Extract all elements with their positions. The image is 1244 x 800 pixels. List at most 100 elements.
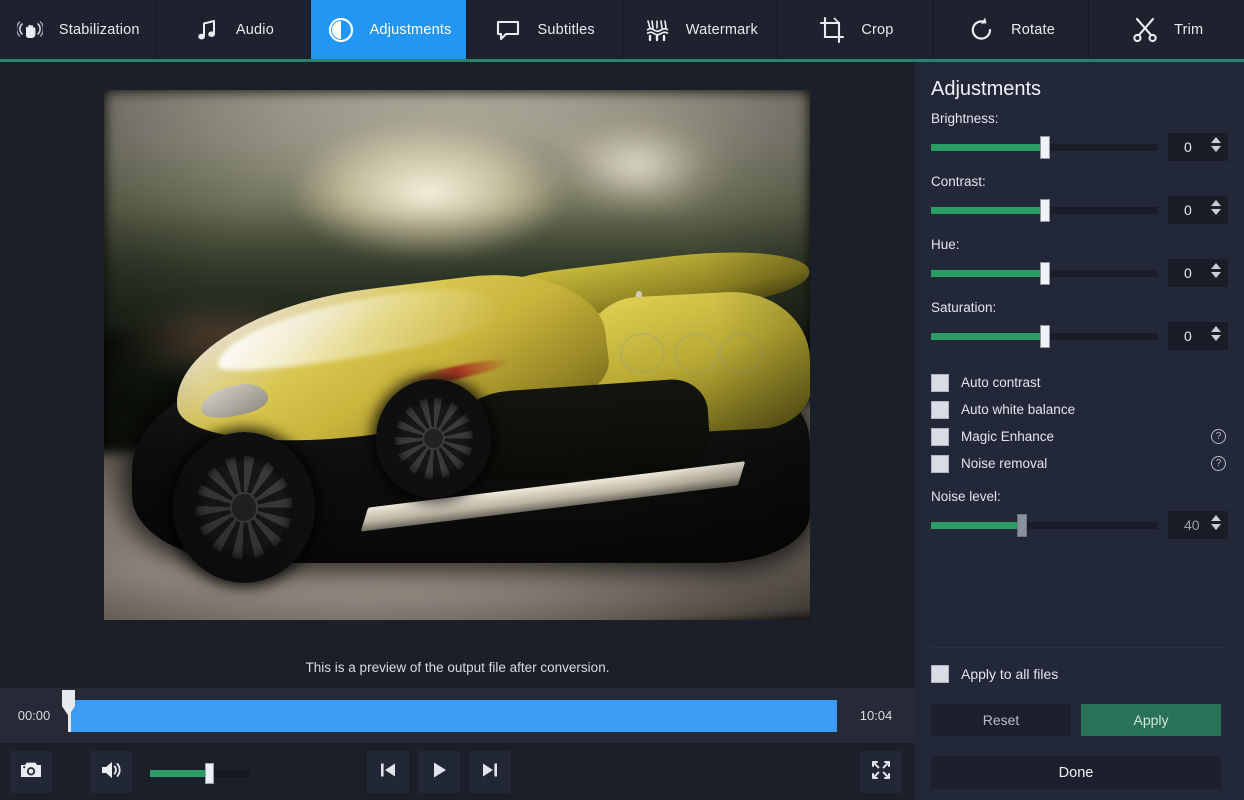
saturation-slider[interactable]	[931, 324, 1158, 348]
hue-stepper-arrows[interactable]	[1211, 263, 1221, 278]
saturation-stepper-arrows[interactable]	[1211, 326, 1221, 341]
noise-level-value: 40	[1184, 517, 1200, 533]
tab-trim[interactable]: Trim	[1089, 0, 1244, 59]
tab-label: Adjustments	[369, 21, 452, 38]
tab-label: Trim	[1174, 21, 1204, 38]
tab-label: Audio	[235, 21, 274, 38]
noise-level-row: 40	[931, 511, 1228, 539]
timeline-fill	[68, 700, 837, 732]
checkbox-row-auto-contrast[interactable]: Auto contrast	[931, 369, 1228, 396]
adjustments-panel: Adjustments Brightness: 0 Contrast: 0 Hu…	[915, 62, 1244, 800]
rotate-icon	[967, 15, 997, 45]
total-time-label: 10:04	[859, 708, 893, 723]
music-note-icon	[192, 15, 222, 45]
auto-white-balance-label: Auto white balance	[961, 402, 1076, 417]
brightness-value: 0	[1184, 139, 1192, 155]
preview-image	[104, 90, 810, 620]
camera-icon	[19, 760, 43, 785]
tab-subtitles[interactable]: Subtitles	[466, 0, 623, 59]
scissors-icon	[1130, 15, 1160, 45]
panel-divider	[931, 647, 1228, 648]
fullscreen-icon	[870, 759, 892, 786]
contrast-value: 0	[1184, 202, 1192, 218]
snapshot-button[interactable]	[10, 751, 52, 793]
noise-level-stepper-arrows[interactable]	[1211, 515, 1221, 530]
magic-enhance-label: Magic Enhance	[961, 429, 1055, 444]
noise-removal-label: Noise removal	[961, 456, 1048, 471]
tab-stabilization[interactable]: Stabilization	[0, 0, 156, 59]
next-frame-icon	[480, 760, 500, 785]
preview-caption: This is a preview of the output file aft…	[305, 660, 610, 675]
contrast-slider[interactable]	[931, 198, 1158, 222]
brightness-stepper-arrows[interactable]	[1211, 137, 1221, 152]
noise-removal-help-icon[interactable]: ?	[1211, 456, 1226, 471]
fullscreen-button[interactable]	[860, 751, 902, 793]
checkbox-row-auto-white-balance[interactable]: Auto white balance	[931, 396, 1228, 423]
volume-slider-handle[interactable]	[205, 763, 214, 784]
tab-label: Subtitles	[537, 21, 595, 38]
magic-enhance-help-icon[interactable]: ?	[1211, 429, 1226, 444]
saturation-label: Saturation:	[931, 300, 997, 315]
speaker-icon	[99, 759, 123, 786]
hue-stepper[interactable]: 0	[1168, 259, 1228, 287]
tab-adjustments[interactable]: Adjustments	[311, 0, 467, 59]
volume-slider[interactable]	[150, 763, 250, 784]
brightness-label: Brightness:	[931, 111, 999, 126]
apply-to-all-checkbox[interactable]	[931, 665, 949, 683]
noise-level-label: Noise level:	[931, 489, 1001, 504]
hue-slider[interactable]	[931, 261, 1158, 285]
hue-label: Hue:	[931, 237, 960, 252]
tab-audio[interactable]: Audio	[155, 0, 312, 59]
tab-label: Rotate	[1011, 21, 1056, 38]
hue-row: 0	[931, 259, 1228, 287]
tab-label: Crop	[861, 21, 894, 38]
checkbox-row-noise-removal[interactable]: Noise removal ?	[931, 450, 1228, 477]
tab-watermark[interactable]: Watermark	[622, 0, 779, 59]
play-icon	[429, 760, 449, 785]
next-button[interactable]	[469, 751, 511, 793]
watermark-icon	[642, 15, 672, 45]
auto-contrast-checkbox[interactable]	[931, 373, 949, 392]
saturation-row: 0	[931, 322, 1228, 350]
saturation-value: 0	[1184, 328, 1192, 344]
video-editor-window: Stabilization Audio Adjustments Subtitle…	[0, 0, 1244, 800]
speech-bubble-icon	[493, 15, 523, 45]
previous-frame-icon	[378, 760, 398, 785]
apply-button[interactable]: Apply	[1081, 704, 1221, 736]
brightness-stepper[interactable]: 0	[1168, 133, 1228, 161]
hand-stabilize-icon	[15, 15, 45, 45]
playback-bar	[0, 743, 915, 800]
current-time-label: 00:00	[17, 708, 51, 723]
brightness-row: 0	[931, 133, 1228, 161]
tab-rotate[interactable]: Rotate	[933, 0, 1090, 59]
apply-to-all-label: Apply to all files	[961, 666, 1059, 682]
auto-contrast-label: Auto contrast	[961, 375, 1041, 390]
magic-enhance-checkbox[interactable]	[931, 427, 949, 446]
brightness-slider[interactable]	[931, 135, 1158, 159]
previous-button[interactable]	[367, 751, 409, 793]
contrast-circle-icon	[326, 15, 356, 45]
editor-toolbar: Stabilization Audio Adjustments Subtitle…	[0, 0, 1244, 59]
tab-label: Watermark	[685, 21, 758, 38]
play-button[interactable]	[418, 751, 460, 793]
done-button[interactable]: Done	[931, 756, 1221, 789]
panel-title: Adjustments	[931, 78, 1042, 100]
contrast-label: Contrast:	[931, 174, 986, 189]
volume-button[interactable]	[90, 751, 132, 793]
reset-button[interactable]: Reset	[931, 704, 1071, 736]
contrast-stepper-arrows[interactable]	[1211, 200, 1221, 215]
apply-to-all-row[interactable]: Apply to all files	[931, 665, 1058, 683]
saturation-stepper[interactable]: 0	[1168, 322, 1228, 350]
auto-white-balance-checkbox[interactable]	[931, 400, 949, 419]
timeline: 00:00 10:04	[0, 688, 915, 743]
timeline-track-wrap[interactable]	[62, 688, 837, 743]
video-preview[interactable]	[104, 90, 810, 620]
checkbox-row-magic-enhance[interactable]: Magic Enhance ?	[931, 423, 1228, 450]
contrast-stepper[interactable]: 0	[1168, 196, 1228, 224]
contrast-row: 0	[931, 196, 1228, 224]
volume-slider-fill	[150, 770, 208, 777]
noise-level-stepper[interactable]: 40	[1168, 511, 1228, 539]
tab-crop[interactable]: Crop	[778, 0, 934, 59]
noise-removal-checkbox[interactable]	[931, 454, 949, 473]
noise-level-slider[interactable]	[931, 513, 1158, 537]
